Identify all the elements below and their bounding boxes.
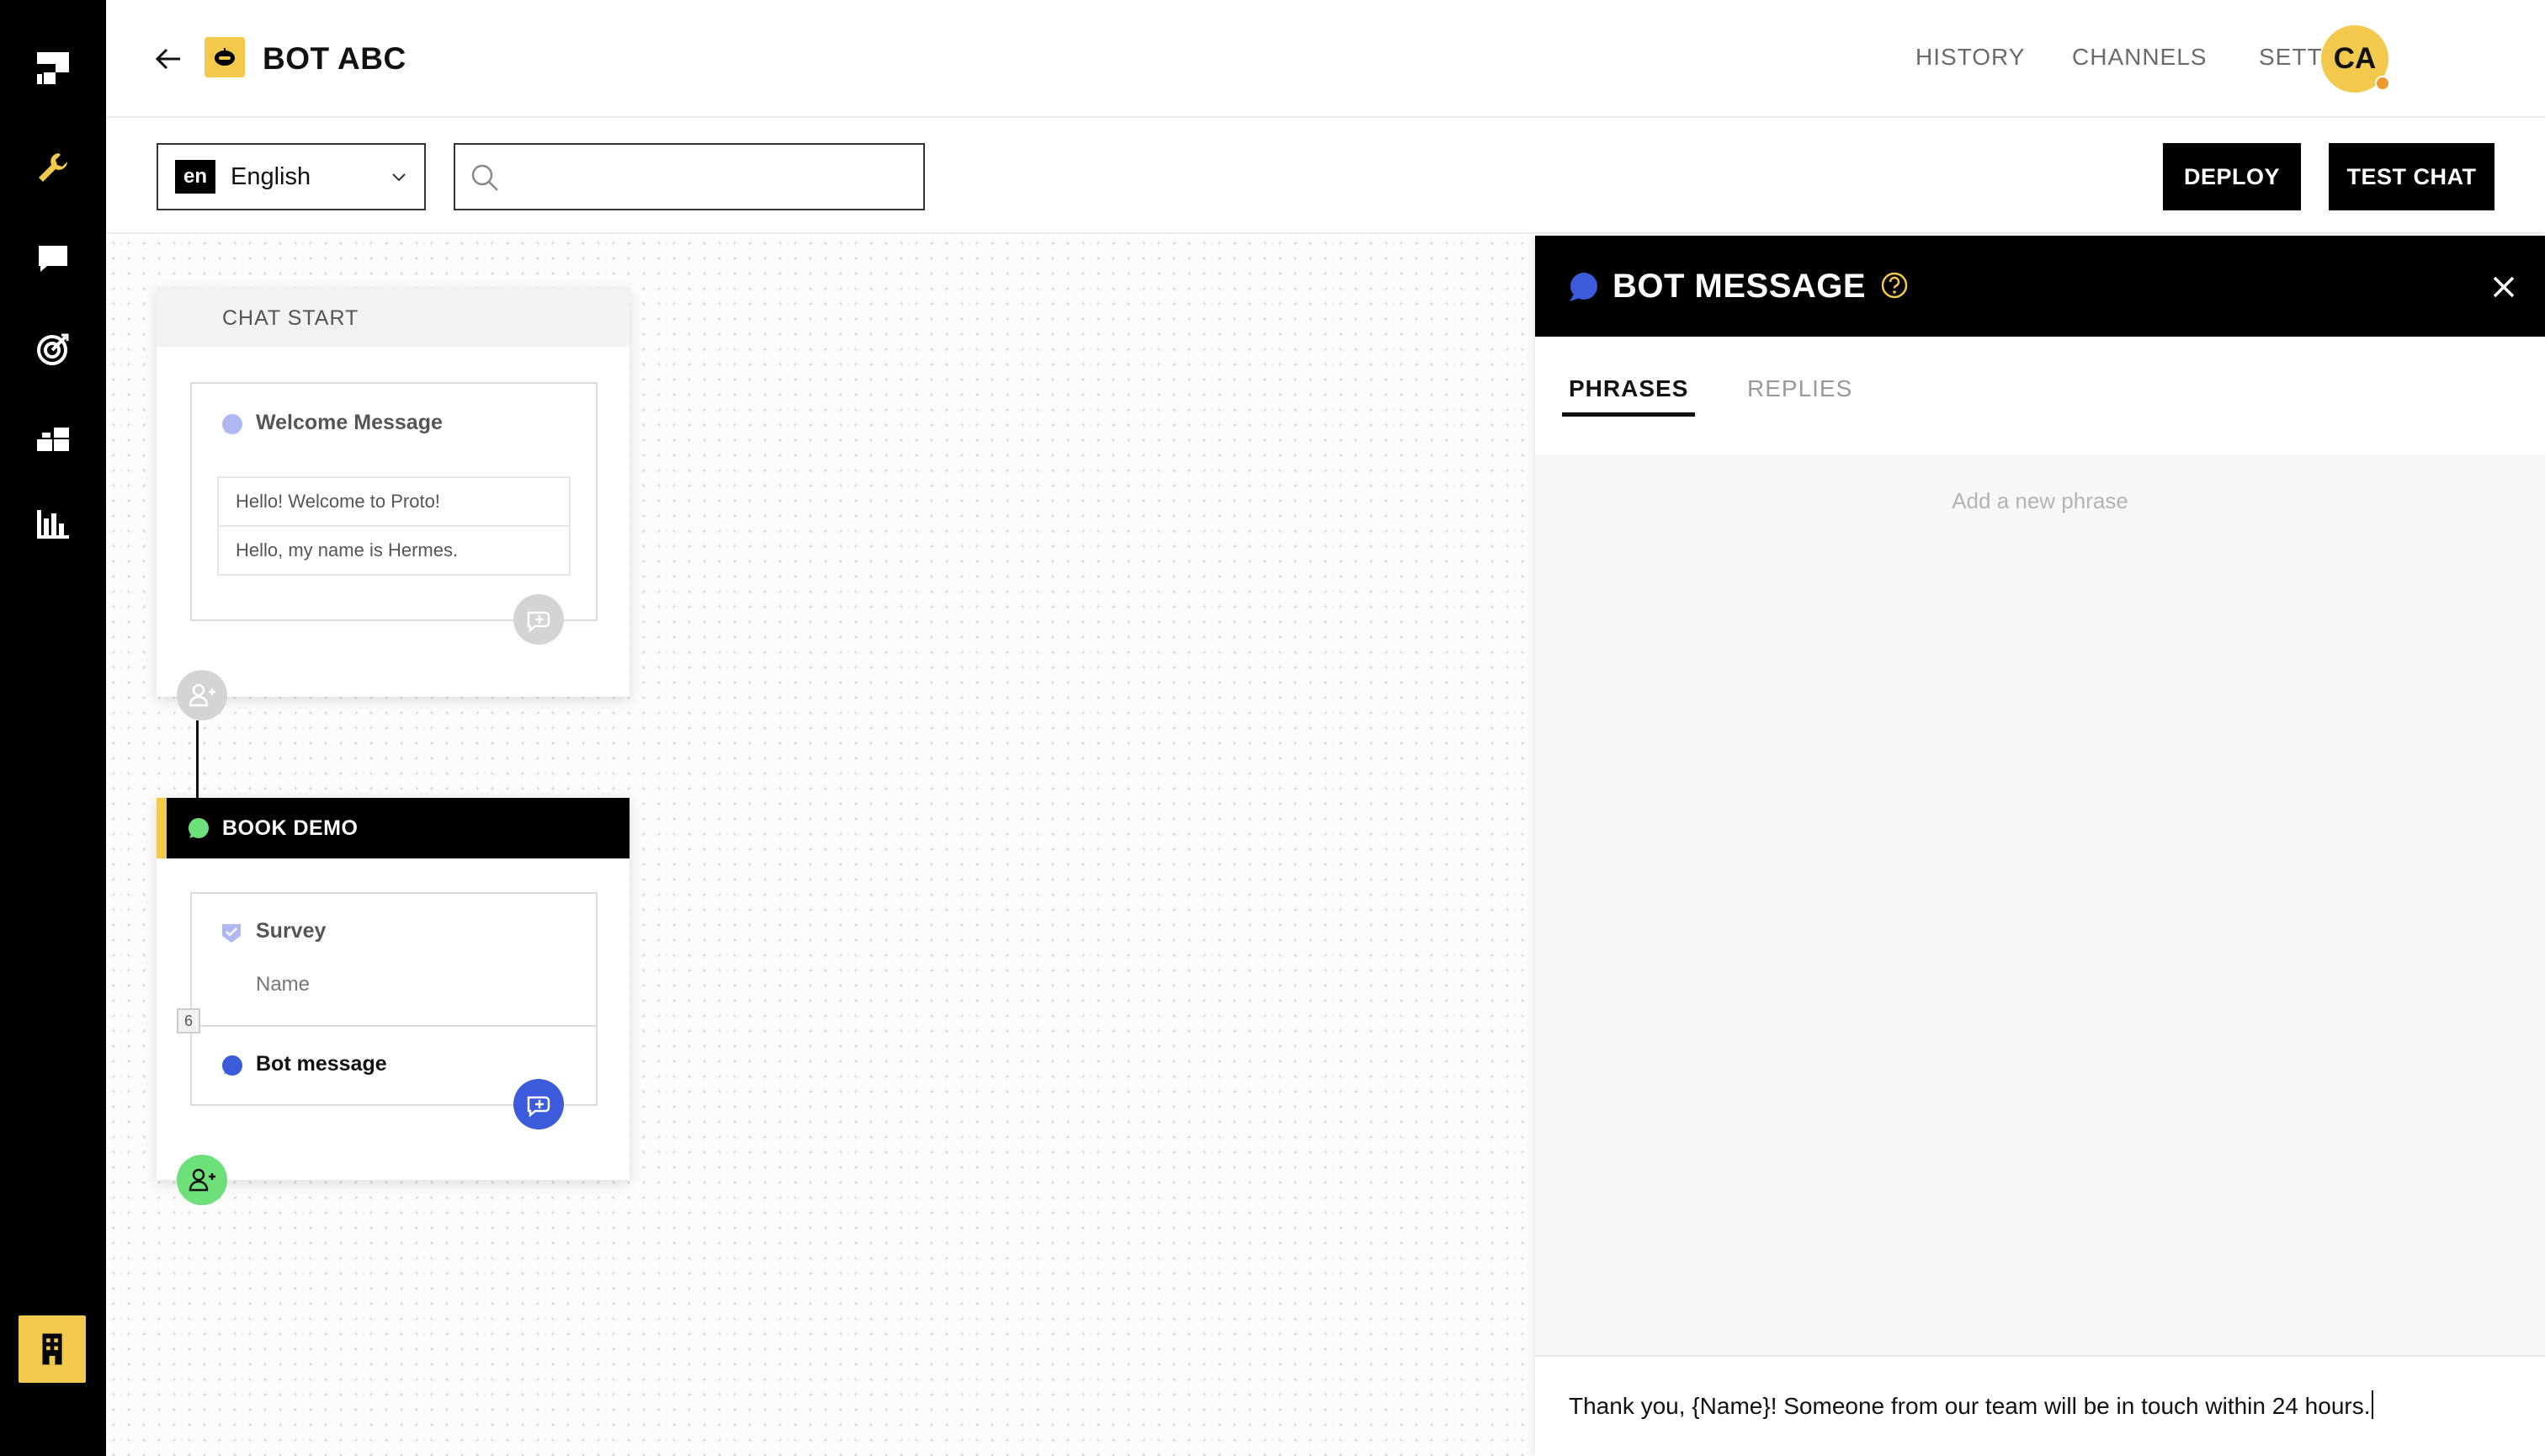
close-icon[interactable]: [2489, 273, 2518, 301]
language-code-badge: en: [175, 160, 215, 194]
add-phrase-link[interactable]: Add a new phrase: [1535, 488, 2545, 514]
welcome-message-title: Welcome Message: [256, 411, 443, 434]
composer-text: Thank you, {Name}! Someone from our team…: [1569, 1393, 2371, 1419]
book-demo-card[interactable]: BOOK DEMO Survey Name Bot message 6: [157, 798, 630, 1180]
test-chat-button[interactable]: TEST CHAT: [2329, 143, 2495, 210]
phrase-item[interactable]: Hello, my name is Hermes.: [217, 525, 571, 576]
search-input[interactable]: [514, 151, 910, 202]
help-icon[interactable]: [1880, 271, 1909, 300]
panel-header: BOT MESSAGE: [1535, 236, 2545, 337]
chat-green-icon: [189, 818, 209, 838]
user-add-icon: [189, 683, 215, 707]
active-tab-underline: [1562, 412, 1695, 417]
phrase-item[interactable]: Hello! Welcome to Proto!: [217, 476, 571, 527]
bot-message-title: Bot message: [256, 1052, 387, 1076]
building-icon[interactable]: [19, 1315, 86, 1383]
bar-chart-icon[interactable]: [34, 505, 72, 544]
proto-logo-icon[interactable]: [34, 49, 72, 88]
panel-tabs: PHRASES REPLIES: [1535, 337, 2545, 454]
survey-check-icon: [222, 924, 241, 943]
language-name: English: [231, 162, 311, 190]
reply-add-icon: [527, 611, 550, 633]
blocks-icon[interactable]: [34, 421, 72, 460]
message-bubble-icon: [222, 1055, 242, 1076]
nav-channels[interactable]: CHANNELS: [2072, 42, 2207, 72]
left-sidebar: [0, 0, 106, 1456]
flow-connector: [196, 720, 199, 805]
panel-title: BOT MESSAGE: [1613, 268, 1867, 305]
search-box[interactable]: [454, 143, 925, 210]
add-reply-button[interactable]: [513, 1079, 564, 1129]
chat-start-card[interactable]: CHAT START Welcome Message Hello! Welcom…: [157, 288, 630, 697]
chat-start-title: CHAT START: [222, 306, 359, 330]
book-demo-header: BOOK DEMO: [157, 798, 630, 858]
chat-start-header: CHAT START: [157, 288, 630, 347]
survey-title: Survey: [256, 919, 327, 943]
add-reply-button[interactable]: [513, 594, 564, 645]
wrench-icon[interactable]: [34, 148, 72, 187]
step-count-badge: 6: [177, 1008, 200, 1034]
message-bubble-icon: [222, 414, 242, 434]
chevron-down-icon: [392, 173, 406, 182]
back-arrow-icon[interactable]: [150, 40, 187, 77]
add-user-button[interactable]: [177, 1155, 227, 1205]
survey-block[interactable]: Survey Name: [190, 892, 598, 1027]
bot-name: BOT ABC: [263, 41, 406, 76]
nav-history[interactable]: HISTORY: [1915, 42, 2025, 72]
language-select[interactable]: en English: [157, 143, 426, 210]
add-user-button[interactable]: [177, 670, 227, 720]
bot-message-panel: BOT MESSAGE PHRASES REPLIES Add a new ph…: [1535, 236, 2545, 1456]
chat-bubble-icon[interactable]: [34, 239, 72, 278]
message-bubble-icon: [1570, 273, 1597, 301]
tab-phrases[interactable]: PHRASES: [1569, 375, 1688, 402]
bot-avatar-icon: [205, 37, 245, 77]
top-header: BOT ABC HISTORY CHANNELS SETTINGS: [106, 0, 2545, 118]
reply-add-icon: [527, 1096, 550, 1118]
welcome-message-block[interactable]: Welcome Message Hello! Welcome to Proto!…: [190, 382, 598, 621]
search-icon: [471, 164, 498, 191]
survey-field: Name: [256, 973, 311, 996]
composer-text-wrap[interactable]: Thank you, {Name}! Someone from our team…: [1569, 1390, 2373, 1420]
book-demo-title: BOOK DEMO: [222, 816, 359, 840]
toolbar: en English DEPLOY TEST CHAT: [106, 120, 2545, 234]
status-dot: [2375, 76, 2390, 91]
phrase-composer[interactable]: Thank you, {Name}! Someone from our team…: [1535, 1355, 2545, 1456]
tab-replies[interactable]: REPLIES: [1747, 375, 1852, 402]
deploy-button[interactable]: DEPLOY: [2163, 143, 2301, 210]
target-icon[interactable]: [34, 330, 72, 369]
user-add-icon: [189, 1168, 215, 1192]
text-caret: [2371, 1390, 2373, 1419]
flow-canvas[interactable]: CHAT START Welcome Message Hello! Welcom…: [106, 236, 1535, 1456]
